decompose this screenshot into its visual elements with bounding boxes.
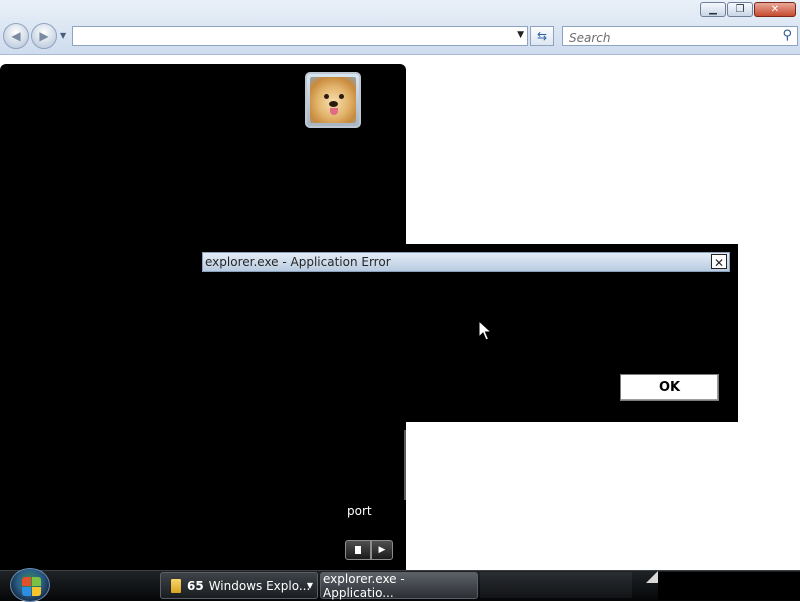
notification-area (658, 572, 800, 600)
taskbar: 65 Windows Explo... ▼ explorer.exe - App… (0, 568, 800, 602)
close-icon: ✕ (714, 256, 725, 270)
avatar-eye-left (324, 94, 329, 99)
folder-icon (171, 578, 181, 593)
minimize-button[interactable]: ▁ (700, 2, 726, 17)
lock-button[interactable] (345, 540, 371, 560)
dialog-close-button[interactable]: ✕ (711, 254, 727, 269)
refresh-button[interactable]: ⇆ (530, 26, 554, 46)
restore-icon: ❐ (735, 4, 745, 15)
forward-arrow-icon: ▶ (39, 29, 49, 43)
recent-pages-dropdown-icon[interactable]: ▼ (60, 31, 66, 40)
refresh-icon: ⇆ (536, 29, 548, 43)
close-icon: ✕ (770, 4, 780, 15)
back-arrow-icon: ◀ (11, 29, 21, 43)
search-icon[interactable]: ⚲ (782, 28, 792, 43)
power-buttons: ▶ (345, 540, 393, 560)
window-controls: ▁ ❐ ✕ (700, 2, 796, 17)
minimize-icon: ▁ (709, 4, 717, 15)
close-window-button[interactable]: ✕ (754, 2, 796, 17)
back-button[interactable]: ◀ (3, 23, 29, 49)
chevron-down-icon: ▼ (306, 581, 313, 590)
explorer-toolbar: ▁ ❐ ✕ ◀ ▶ ▼ ▼ ⇆ ⚲ (0, 0, 800, 55)
mouse-pointer-icon (478, 320, 492, 341)
taskbar-empty-area (480, 572, 632, 598)
taskbar-button-windows-explorer[interactable]: 65 Windows Explo... ▼ (160, 572, 318, 599)
ok-button[interactable]: OK (620, 374, 719, 401)
lock-icon (355, 546, 361, 554)
dialog-title-bar[interactable]: explorer.exe - Application Error ✕ (202, 252, 730, 272)
user-avatar[interactable] (305, 72, 361, 128)
address-bar[interactable]: ▼ (72, 26, 528, 46)
dialog-title: explorer.exe - Application Error (205, 255, 391, 269)
avatar-tongue (330, 108, 338, 115)
arrow-right-icon: ▶ (378, 545, 386, 555)
forward-button[interactable]: ▶ (31, 23, 57, 49)
address-dropdown-icon[interactable]: ▼ (517, 30, 524, 40)
window-count: 65 (187, 578, 204, 593)
windows-logo-icon-part (22, 587, 31, 596)
shutdown-options-button[interactable]: ▶ (371, 540, 393, 560)
taskbar-button-application-error[interactable]: explorer.exe - Applicatio... (320, 571, 478, 600)
dog-picture (310, 77, 356, 123)
windows-logo-icon-part (32, 577, 41, 586)
application-error-dialog: explorer.exe - Application Error ✕ OK (200, 244, 738, 422)
search-box[interactable]: ⚲ (562, 26, 798, 47)
avatar-nose (329, 101, 338, 107)
taskbar-label: explorer.exe - Applicatio... (323, 571, 405, 600)
restore-button[interactable]: ❐ (727, 2, 753, 17)
panel-edge-divider (404, 430, 406, 500)
search-input[interactable] (567, 29, 771, 47)
taskbar-label: Windows Explo... (208, 578, 311, 593)
start-button[interactable] (10, 568, 50, 602)
tray-grip-icon (646, 571, 658, 583)
start-menu-item-help-and-support[interactable]: port (347, 504, 372, 518)
avatar-eye-right (339, 94, 344, 99)
windows-logo-icon (22, 577, 31, 586)
windows-logo-icon-part (32, 587, 41, 596)
